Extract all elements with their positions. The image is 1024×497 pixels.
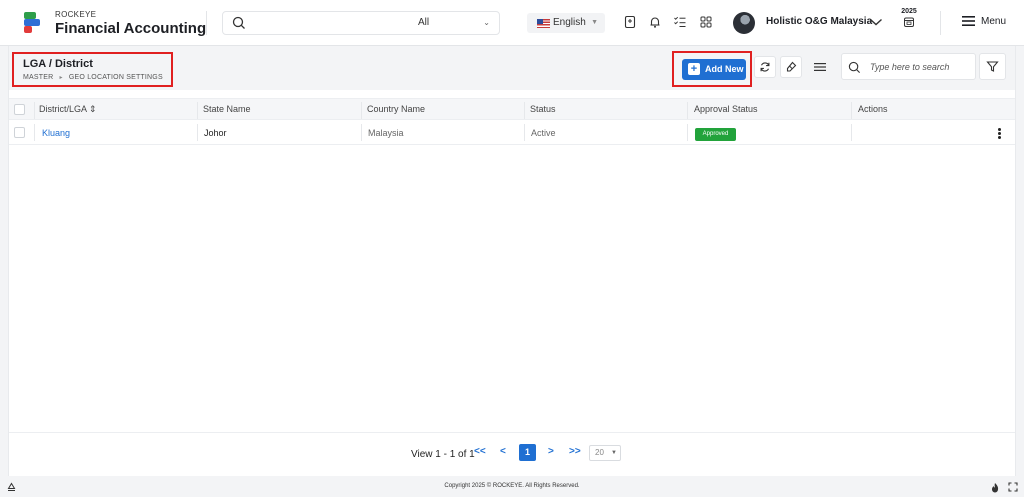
prev-page-button[interactable]: < [500,446,506,457]
page-size-value: 20 [595,448,604,457]
refresh-button[interactable] [754,56,776,78]
top-header: ROCKEYE Financial Accounting All ⌄ Engli… [0,0,1024,46]
brand[interactable]: ROCKEYE Financial Accounting [55,10,206,37]
user-name[interactable]: Holistic O&G Malaysia [766,16,872,27]
brand-company: ROCKEYE [55,10,97,19]
divider [940,11,941,35]
search-scope-value: All [418,17,430,28]
column-state-name[interactable]: State Name [203,99,251,121]
breadcrumb-master[interactable]: MASTER [23,74,53,81]
search-scope-select[interactable]: All ⌄ [406,12,500,34]
column-approval-status[interactable]: Approval Status [694,99,758,121]
copyright-text: Copyright 2025 © ROCKEYE. All Rights Res… [444,483,580,489]
clear-icon [786,61,797,72]
main-panel: LGA / District MASTER ▸ GEO LOCATION SET… [8,46,1016,476]
fiscal-year: 2025 [901,8,917,15]
footer: Copyright 2025 © ROCKEYE. All Rights Res… [0,477,1024,497]
refresh-icon [760,62,770,72]
table-header: District/LGA ⇕ State Name Country Name S… [9,98,1015,120]
hamburger-icon [962,16,975,27]
select-all-checkbox[interactable] [14,104,25,115]
search-icon [232,16,245,29]
brand-product: Financial Accounting [55,20,207,37]
filter-button[interactable] [979,53,1006,80]
approval-status-badge: Approved [695,128,736,141]
column-district-lga[interactable]: District/LGA ⇕ [39,99,97,121]
language-value: English [553,17,586,28]
column-actions: Actions [858,104,888,114]
us-flag-icon [537,19,550,28]
columns-icon [814,63,826,71]
page-titlebar: LGA / District MASTER ▸ GEO LOCATION SET… [9,46,1015,90]
first-page-button[interactable]: << [474,446,486,457]
last-page-button[interactable]: >> [569,446,581,457]
divider [206,11,207,35]
add-new-highlight: + Add New [672,51,752,87]
search-icon [848,61,861,74]
cell-status: Active [531,128,556,138]
breadcrumb: MASTER ▸ GEO LOCATION SETTINGS [23,74,163,81]
chevron-down-icon: ▼ [591,19,598,26]
language-select[interactable]: English ▼ [527,13,605,33]
fiscal-year-selector[interactable]: 2025 [898,8,920,33]
clear-filters-button[interactable] [780,56,802,78]
next-page-button[interactable]: > [548,446,554,457]
menu-label: Menu [981,16,1007,27]
pagination-info: View 1 - 1 of 1 [411,449,475,460]
chevron-down-icon[interactable] [869,17,883,27]
chevron-down-icon: ⌄ [483,18,490,27]
columns-button[interactable] [809,56,831,78]
page-size-select[interactable]: 20 ▼ [589,445,621,461]
plus-icon: + [688,63,700,75]
app-logo[interactable] [24,12,44,34]
page-title: LGA / District [23,58,93,70]
global-search[interactable]: All ⌄ [222,11,500,35]
column-country-name[interactable]: Country Name [367,99,425,121]
row-actions-menu-icon[interactable] [998,128,1002,140]
avatar[interactable] [733,12,755,34]
cell-district[interactable]: Kluang [42,121,70,145]
fullscreen-icon[interactable] [1008,482,1018,492]
checklist-icon[interactable] [673,15,687,29]
bookmark-icon[interactable] [623,15,637,29]
cell-country: Malaysia [368,128,404,138]
cell-state: Johor [204,128,227,138]
pagination: View 1 - 1 of 1 << < 1 > >> 20 ▼ [9,432,1015,476]
table-search-input[interactable]: Type here to search [841,53,976,80]
menu-button[interactable]: Menu [962,16,1006,27]
row-checkbox[interactable] [14,127,25,138]
page-heading: LGA / District MASTER ▸ GEO LOCATION SET… [12,52,173,87]
apps-grid-icon[interactable] [699,15,713,29]
flame-icon[interactable] [990,482,1000,493]
search-placeholder: Type here to search [870,62,950,72]
page-1-button[interactable]: 1 [519,444,536,461]
breadcrumb-geo-location-settings[interactable]: GEO LOCATION SETTINGS [69,74,163,81]
bell-icon[interactable] [648,15,662,29]
add-new-button[interactable]: + Add New [682,59,746,80]
chevron-down-icon: ▼ [611,450,617,456]
calendar-icon [904,17,914,27]
table-row[interactable]: Kluang Johor Malaysia Active Approved [9,121,1015,145]
column-status[interactable]: Status [530,99,556,121]
breadcrumb-separator: ▸ [59,75,63,81]
add-new-label: Add New [705,64,744,74]
filter-icon [986,61,999,72]
